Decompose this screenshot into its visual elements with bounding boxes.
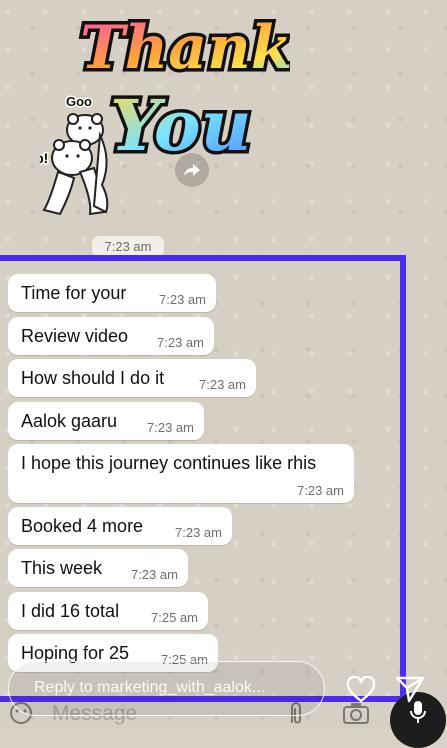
message-text: How should I do it <box>21 368 165 388</box>
bear-illustration <box>42 113 109 216</box>
message-text: I did 16 total <box>21 601 120 621</box>
message-bubble[interactable]: I hope this journey continues like rhis … <box>8 444 354 503</box>
reply-input[interactable]: Reply to marketing_with_aalok... <box>8 661 325 716</box>
message-bubble[interactable]: Booked 4 more 7:23 am <box>8 507 232 545</box>
message-bubble[interactable]: Time for your 7:23 am <box>8 274 216 312</box>
message-time: 7:23 am <box>159 292 206 307</box>
message-bubble[interactable]: This week 7:23 am <box>8 549 188 587</box>
message-bubble[interactable]: How should I do it 7:23 am <box>8 359 256 397</box>
send-button[interactable] <box>393 672 427 706</box>
message-time: 7:23 am <box>131 567 178 582</box>
message-time: 7:23 am <box>297 483 344 498</box>
message-bubble[interactable]: Aalok gaaru 7:23 am <box>8 402 204 440</box>
sticker-yup-label: Yup! <box>40 150 48 166</box>
message-text: Booked 4 more <box>21 516 144 536</box>
forward-button[interactable] <box>175 153 209 187</box>
like-button[interactable] <box>344 672 378 706</box>
thank-you-sticker[interactable]: Thank You Goo Yup! <box>40 0 290 225</box>
message-text: Aalok gaaru <box>21 411 118 431</box>
message-text: Time for your <box>21 283 127 303</box>
reply-placeholder: Reply to marketing_with_aalok... <box>34 679 266 696</box>
message-time: 7:23 am <box>147 420 194 435</box>
message-time: 7:23 am <box>157 335 204 350</box>
sticker-goo-label: Goo <box>66 94 92 109</box>
forward-icon <box>184 164 200 176</box>
message-text: This week <box>21 558 103 578</box>
sticker-thank-text: Thank <box>80 13 290 83</box>
message-bubble[interactable]: Review video 7:23 am <box>8 317 214 355</box>
message-time: 7:25 am <box>151 610 198 625</box>
sticker-you-text: You <box>110 84 251 167</box>
message-text: I hope this journey continues like rhis <box>21 453 317 473</box>
send-icon <box>395 676 425 703</box>
heart-icon <box>346 675 376 702</box>
message-time: 7:23 am <box>175 525 222 540</box>
message-time: 7:23 am <box>199 377 246 392</box>
message-text: Review video <box>21 326 129 346</box>
message-bubble[interactable]: I did 16 total 7:25 am <box>8 592 208 630</box>
